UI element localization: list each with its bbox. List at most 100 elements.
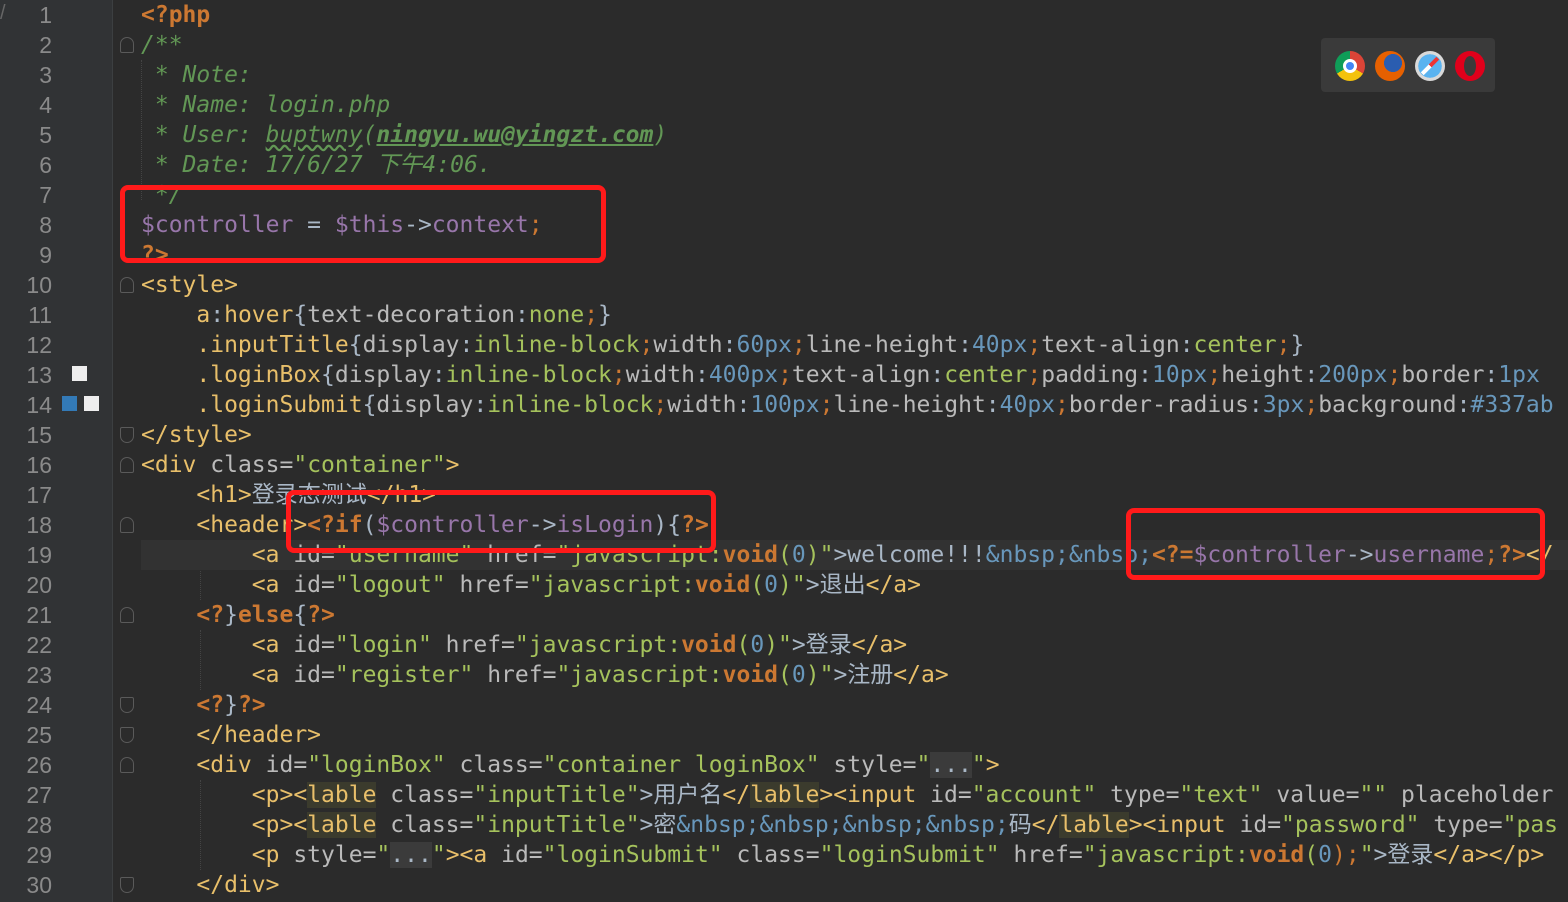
token: < <box>293 812 308 838</box>
token: lable <box>1059 812 1129 838</box>
token: : <box>431 362 446 388</box>
line-number: 25 <box>26 722 52 748</box>
comment-text: ( <box>362 122 377 148</box>
gutter-color-swatch <box>84 396 99 411</box>
line-number: 23 <box>26 662 52 688</box>
token: none <box>528 302 585 328</box>
code-line-27: <p><lable class="inputTitle">用户名</lable>… <box>141 780 1553 810</box>
token: style= <box>819 752 917 778</box>
token: 码 <box>1008 812 1032 838</box>
fold-marker[interactable] <box>120 877 134 893</box>
token: >welcome!!! <box>833 542 986 568</box>
token: } <box>598 302 612 328</box>
line-number: 28 <box>26 812 52 838</box>
token: </ <box>1031 812 1060 838</box>
token: ; <box>819 392 834 418</box>
line-number: 19 <box>26 542 52 568</box>
line-number: 5 <box>39 122 52 148</box>
token: >用户名 <box>639 782 723 808</box>
code-area[interactable]: <?php /** * Note: * Name: login.php * Us… <box>141 0 1568 902</box>
token: <a <box>251 662 294 688</box>
fold-marker[interactable] <box>120 457 134 473</box>
token: ); <box>1331 842 1360 868</box>
fold-marker[interactable] <box>120 757 134 773</box>
token: " <box>376 842 391 868</box>
opera-icon[interactable] <box>1455 51 1485 81</box>
token: .loginSubmit <box>196 392 363 418</box>
code-line-13: .loginBox{display:inline-block;width:400… <box>141 360 1539 390</box>
fold-marker[interactable] <box>120 607 134 623</box>
token: href= <box>431 632 515 658</box>
token: ; <box>1207 362 1222 388</box>
token: > <box>445 842 460 868</box>
token: "password" <box>1281 812 1420 838</box>
comment-email-link[interactable]: ningyu.wu@yingzt.com <box>376 122 653 148</box>
token: <a <box>251 632 294 658</box>
token: display <box>334 362 432 388</box>
token: " <box>431 842 446 868</box>
token: .inputTitle <box>196 332 349 358</box>
line-number: 29 <box>26 842 52 868</box>
line-number: 18 <box>26 512 52 538</box>
token: ?> <box>237 692 266 718</box>
token: class= <box>376 782 474 808</box>
token: : <box>1456 392 1471 418</box>
token: ( <box>1304 842 1319 868</box>
chrome-icon[interactable] <box>1335 51 1365 81</box>
fold-marker[interactable] <box>120 517 134 533</box>
token: : <box>210 302 225 328</box>
token: "account" <box>971 782 1097 808</box>
line-number: 1 <box>39 2 52 28</box>
token: "" <box>1359 782 1388 808</box>
token: ... <box>930 752 972 778</box>
token: "container" <box>293 452 446 478</box>
firefox-icon[interactable] <box>1375 51 1405 81</box>
code-line-4: * Name: login.php <box>141 92 391 118</box>
token: > <box>819 782 834 808</box>
token: ; <box>653 392 668 418</box>
token: #337ab <box>1470 392 1554 418</box>
token: ; <box>791 332 806 358</box>
fold-marker[interactable] <box>120 727 134 743</box>
token: lable <box>750 782 820 808</box>
token: href= <box>473 662 557 688</box>
code-line-25: </header> <box>141 720 321 750</box>
token: "pas <box>1502 812 1559 838</box>
token: ; <box>778 362 792 388</box>
token: href= <box>999 842 1083 868</box>
fold-marker[interactable] <box>120 427 134 443</box>
token: text-align <box>791 362 931 388</box>
token: placeholder <box>1387 782 1554 808</box>
fold-marker[interactable] <box>120 37 134 53</box>
token: "register" <box>334 662 474 688</box>
safari-icon[interactable] <box>1415 51 1445 81</box>
token: inline-block <box>487 392 654 418</box>
fold-marker[interactable] <box>120 277 134 293</box>
token: id= <box>293 632 335 658</box>
token: ; <box>611 362 626 388</box>
token: center <box>1193 332 1277 358</box>
token: id= <box>293 572 335 598</box>
token: ; <box>639 332 654 358</box>
annotation-box <box>1126 508 1545 580</box>
token: "loginBox" <box>307 752 446 778</box>
token: ( <box>778 542 792 568</box>
token: text-decoration <box>307 302 515 328</box>
fold-marker[interactable] <box>120 697 134 713</box>
line-number: 4 <box>39 92 52 118</box>
token: width <box>667 392 737 418</box>
line-number: 22 <box>26 632 52 658</box>
token: .loginBox <box>196 362 322 388</box>
token: <div <box>141 452 211 478</box>
line-number: 30 <box>26 872 52 898</box>
token: >登录 <box>1373 842 1434 868</box>
code-line-16: <div class="container"> <box>141 450 460 480</box>
token: display <box>362 332 460 358</box>
code-line-21: <?}else{?> <box>141 600 335 630</box>
code-line-20: <a id="logout" href="javascript:void(0)"… <box>141 570 921 600</box>
token: : <box>1304 362 1319 388</box>
